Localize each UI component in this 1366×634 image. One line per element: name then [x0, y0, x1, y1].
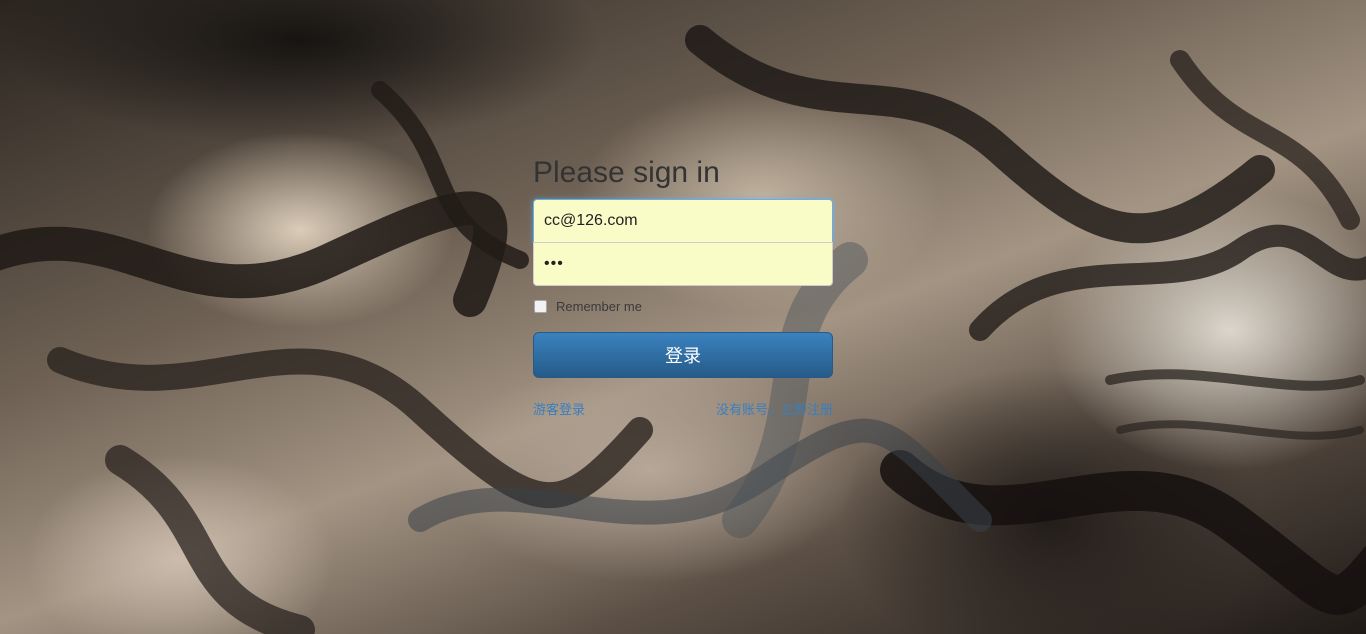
remember-me-label: Remember me [556, 298, 642, 314]
email-field[interactable] [533, 199, 833, 243]
remember-me-row[interactable]: Remember me [533, 298, 833, 314]
register-link[interactable]: 没有账号，立即注册 [716, 399, 833, 418]
password-field[interactable] [533, 242, 833, 286]
guest-login-link[interactable]: 游客登录 [533, 399, 585, 418]
page-title: Please sign in [533, 156, 720, 189]
login-button[interactable]: 登录 [533, 332, 833, 378]
remember-me-checkbox[interactable] [534, 299, 547, 313]
login-form: Please sign in Remember me 登录 游客登录 没有账号，… [533, 150, 833, 418]
auth-links: 游客登录 没有账号，立即注册 [533, 399, 833, 418]
